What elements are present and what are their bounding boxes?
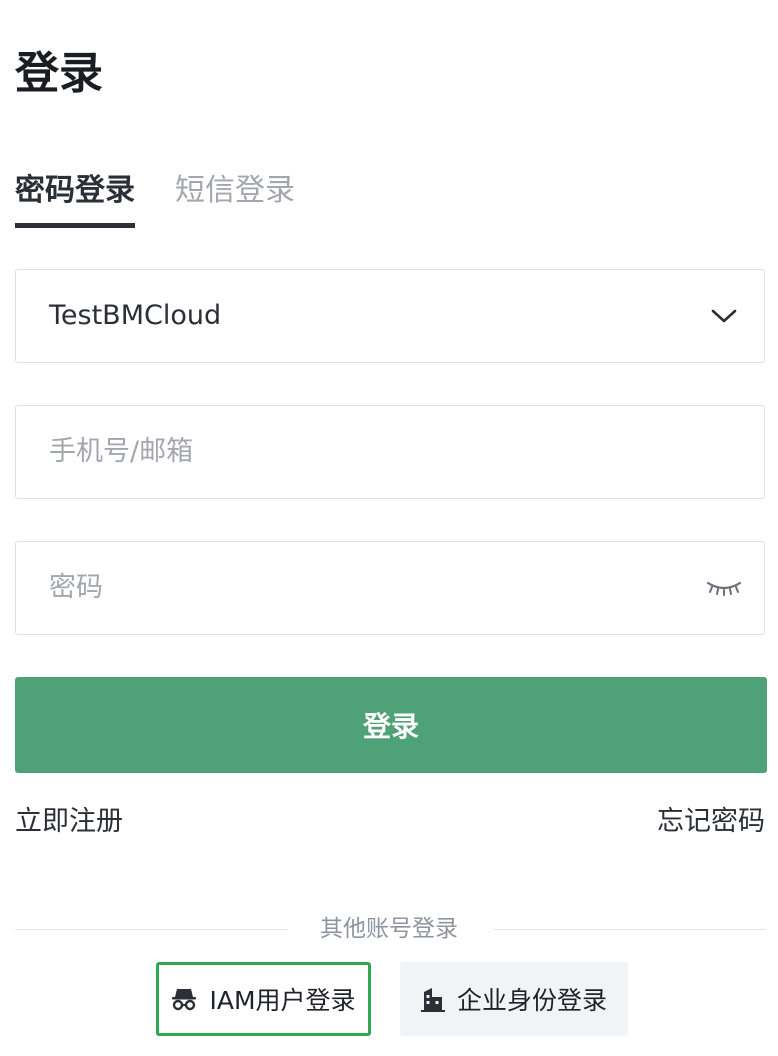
enterprise-identity-login-button[interactable]: 企业身份登录 <box>400 962 628 1036</box>
other-login-label: 其他账号登录 <box>320 916 458 942</box>
register-link[interactable]: 立即注册 <box>15 800 123 844</box>
account-select[interactable]: TestBMCloud <box>15 269 765 363</box>
active-tab-indicator <box>15 223 135 228</box>
username-field <box>15 405 765 499</box>
username-input[interactable] <box>49 406 689 498</box>
incognito-user-icon <box>171 987 197 1011</box>
login-button[interactable]: 登录 <box>15 677 767 773</box>
login-tabs: 密码登录 短信登录 <box>15 166 295 230</box>
chevron-down-icon <box>706 299 742 333</box>
enterprise-building-icon <box>420 986 445 1012</box>
eye-closed-icon[interactable] <box>706 571 742 605</box>
account-select-value: TestBMCloud <box>49 300 222 331</box>
forgot-password-link[interactable]: 忘记密码 <box>657 800 765 844</box>
tab-password-login[interactable]: 密码登录 <box>15 166 135 230</box>
tab-password-login-label: 密码登录 <box>15 173 135 208</box>
password-input[interactable] <box>49 542 689 634</box>
enterprise-identity-login-label: 企业身份登录 <box>456 986 607 1015</box>
iam-user-login-label: IAM用户登录 <box>209 986 356 1015</box>
tab-sms-login[interactable]: 短信登录 <box>175 166 295 230</box>
iam-user-login-button[interactable]: IAM用户登录 <box>156 962 371 1036</box>
page-title: 登录 <box>15 48 103 99</box>
password-field <box>15 541 765 635</box>
tab-sms-login-label: 短信登录 <box>175 173 295 208</box>
